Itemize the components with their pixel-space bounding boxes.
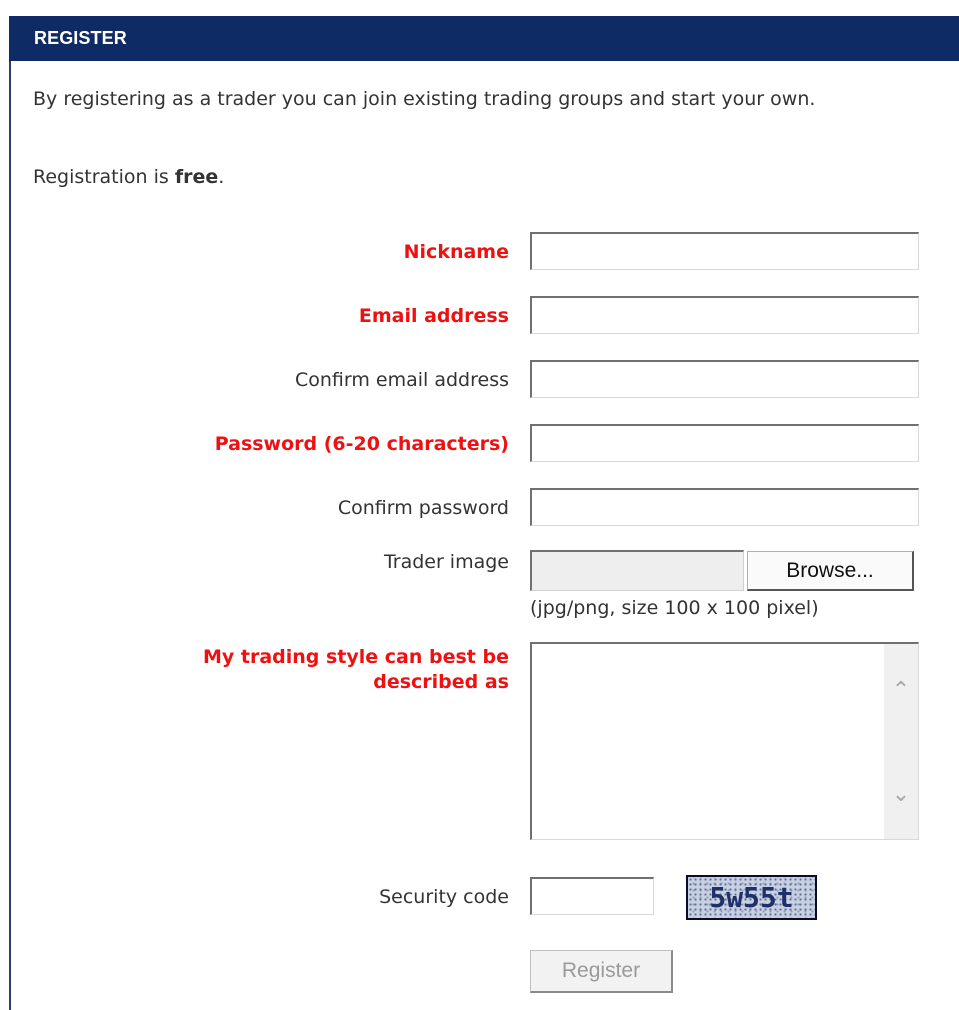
trader-image-label: Trader image	[383, 551, 509, 573]
chevron-up-icon[interactable]: ⌃	[884, 676, 918, 706]
confirm-password-label: Confirm password	[337, 497, 509, 519]
free-suffix: .	[218, 166, 225, 188]
trading-style-label-line2: described as	[373, 671, 509, 693]
textarea-scrollbar[interactable]: ⌃ ⌄	[884, 644, 918, 839]
panel-title: REGISTER	[34, 28, 127, 48]
panel-left-border	[9, 16, 11, 1010]
browse-button[interactable]: Browse...	[747, 551, 914, 591]
nickname-label: Nickname	[403, 241, 509, 263]
nickname-input[interactable]	[530, 232, 919, 270]
register-button[interactable]: Register	[530, 950, 673, 993]
confirm-email-label: Confirm email address	[294, 369, 509, 391]
email-label: Email address	[358, 305, 509, 327]
password-label: Password (6-20 characters)	[214, 433, 509, 455]
intro-text: By registering as a trader you can join …	[33, 88, 816, 110]
password-input[interactable]	[530, 424, 919, 462]
chevron-down-icon[interactable]: ⌄	[884, 780, 918, 810]
free-bold: free	[174, 166, 219, 188]
email-input[interactable]	[530, 296, 919, 334]
trading-style-textarea[interactable]: ⌃ ⌄	[530, 642, 919, 840]
captcha-text: 5w55t	[709, 881, 794, 914]
captcha-image: 5w55t	[686, 875, 817, 920]
free-prefix: Registration is	[33, 166, 175, 188]
panel-header: REGISTER	[9, 16, 959, 61]
confirm-password-input[interactable]	[530, 488, 919, 526]
trader-image-file-path[interactable]	[530, 550, 744, 591]
security-code-label: Security code	[379, 886, 509, 908]
register-panel: REGISTER By registering as a trader you …	[0, 0, 959, 1010]
confirm-email-input[interactable]	[530, 360, 919, 398]
trading-style-label-line1: My trading style can best be	[202, 646, 509, 668]
free-registration-note: Registration is free.	[33, 166, 224, 188]
image-size-hint: (jpg/png, size 100 x 100 pixel)	[530, 597, 819, 619]
trading-style-label: My trading style can best be described a…	[203, 645, 509, 695]
security-code-input[interactable]	[530, 877, 654, 915]
